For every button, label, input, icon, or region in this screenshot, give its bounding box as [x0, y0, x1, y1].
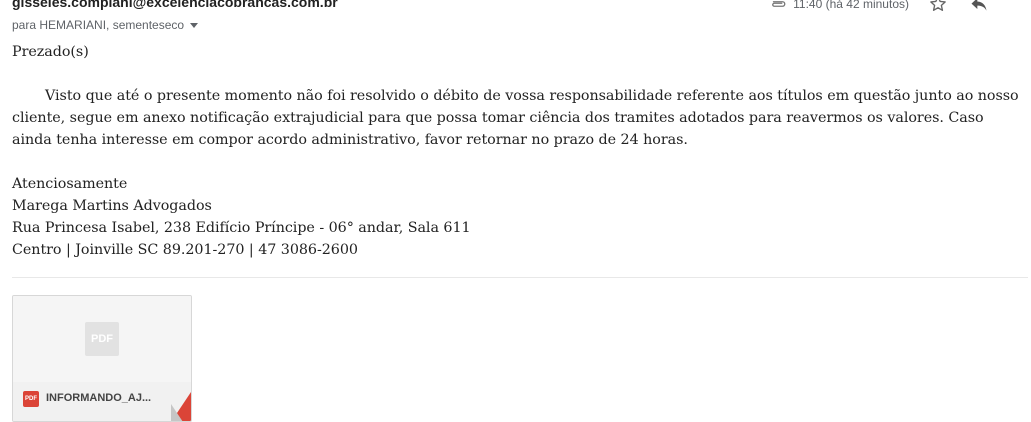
- signature-closing: Atenciosamente: [12, 176, 128, 192]
- expand-caret-icon[interactable]: [190, 22, 199, 28]
- reply-icon[interactable]: [969, 0, 989, 13]
- sender-email[interactable]: gisseles.compiani@excelenciacobrancas.co…: [12, 0, 338, 10]
- attachments-divider: [12, 277, 1028, 278]
- signature-address-line2: Centro | Joinville SC 89.201-270 | 47 30…: [12, 242, 358, 258]
- paperclip-icon: [772, 1, 786, 7]
- pdf-type-label: PDF: [25, 396, 37, 402]
- message-meta: 11:40 (há 42 minutos): [769, 0, 1031, 14]
- recipients-line[interactable]: para HEMARIANI, sementeseco: [12, 18, 199, 32]
- page-fold-icon: [171, 392, 191, 421]
- recipients-text: para HEMARIANI, sementeseco: [12, 18, 185, 32]
- attachment-footer[interactable]: PDF INFORMANDO_AJ...: [13, 382, 191, 421]
- pdf-preview-label: PDF: [91, 333, 113, 345]
- greeting: Prezado(s): [12, 44, 89, 60]
- pdf-preview-icon: PDF: [85, 322, 119, 356]
- star-icon[interactable]: [929, 0, 947, 13]
- signature-address-line1: Rua Princesa Isabel, 238 Edifício Prínci…: [12, 220, 471, 236]
- signature-company: Marega Martins Advogados: [12, 198, 212, 214]
- body-paragraph: Visto que até o presente momento não foi…: [12, 88, 1019, 148]
- pdf-file-icon: PDF: [23, 391, 39, 407]
- attachment-card[interactable]: PDF PDF INFORMANDO_AJ...: [12, 295, 192, 422]
- message-body: Prezado(s) Visto que até o presente mome…: [12, 41, 1024, 261]
- message-header: gisseles.compiani@excelenciacobrancas.co…: [0, 0, 1031, 40]
- message-time: 11:40 (há 42 minutos): [793, 0, 909, 11]
- attachment-file-name: INFORMANDO_AJ...: [46, 392, 152, 404]
- attachment-preview[interactable]: PDF: [13, 296, 191, 382]
